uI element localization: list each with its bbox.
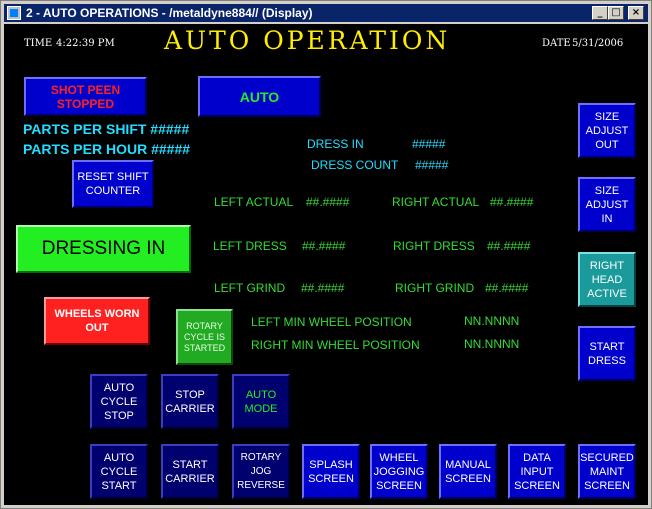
date-value: 5/31/2006 [572,38,624,49]
rotary-jog-reverse-button[interactable]: ROTARY JOG REVERSE [232,444,290,499]
dress-in-label: DRESS IN [307,137,364,151]
left-grind-value: ##.#### [301,281,345,295]
left-actual-label: LEFT ACTUAL [214,195,294,209]
left-dress-value: ##.#### [302,239,346,253]
time-value: 4:22:39 PM [56,38,115,49]
manual-screen-button[interactable]: MANUAL SCREEN [439,444,497,499]
page-title: AUTO OPERATION [164,26,451,55]
right-actual-label: RIGHT ACTUAL [392,195,480,209]
left-min-wheel-value: NN.NNNN [464,314,520,328]
splash-screen-button[interactable]: SPLASH SCREEN [302,444,360,499]
hmi-screen: TIME 4:22:39 PM AUTO OPERATION DATE 5/31… [4,24,648,505]
dress-in-value: ##### [412,137,446,151]
left-min-wheel-label: LEFT MIN WHEEL POSITION [251,315,412,329]
wheel-jogging-screen-button[interactable]: WHEEL JOGGING SCREEN [370,444,428,499]
dressing-in-indicator: DRESSING IN [16,225,191,273]
reset-shift-counter-button[interactable]: RESET SHIFT COUNTER [72,160,154,208]
right-grind-label: RIGHT GRIND [395,281,475,295]
right-min-wheel-label: RIGHT MIN WHEEL POSITION [251,338,420,352]
right-dress-value: ##.#### [487,239,531,253]
right-head-active-indicator: RIGHT HEAD ACTIVE [578,252,636,307]
auto-cycle-stop-button[interactable]: AUTO CYCLE STOP [90,374,148,429]
left-grind-label: LEFT GRIND [214,281,286,295]
window-title: 2 - AUTO OPERATIONS - /metaldyne884// (D… [26,6,313,20]
close-button[interactable]: × [628,6,644,20]
stop-carrier-button[interactable]: STOP CARRIER [161,374,219,429]
wheels-worn-out-indicator: WHEELS WORN OUT [44,297,150,345]
auto-mode-indicator: AUTO MODE [232,374,290,429]
left-dress-label: LEFT DRESS [213,239,287,253]
right-actual-value: ##.#### [490,195,534,209]
data-input-screen-button[interactable]: DATA INPUT SCREEN [508,444,566,499]
left-actual-value: ##.#### [306,195,350,209]
auto-cycle-start-button[interactable]: AUTO CYCLE START [90,444,148,499]
title-bar[interactable]: 2 - AUTO OPERATIONS - /metaldyne884// (D… [4,4,648,22]
shot-peen-status: SHOT PEEN STOPPED [24,77,147,116]
minimize-button[interactable]: _ [592,6,608,20]
time-label: TIME [24,38,53,49]
maximize-button[interactable]: □ [608,6,624,20]
date-label: DATE [542,38,571,49]
start-dress-button[interactable]: START DRESS [578,326,636,381]
dress-count-value: ##### [415,158,449,172]
size-adjust-in-button[interactable]: SIZE ADJUST IN [578,177,636,232]
mode-indicator: AUTO [198,76,321,117]
start-carrier-button[interactable]: START CARRIER [161,444,219,499]
rotary-cycle-indicator: ROTARY CYCLE IS STARTED [176,309,233,365]
right-dress-label: RIGHT DRESS [393,239,475,253]
secured-maint-screen-button[interactable]: SECURED MAINT SCREEN [578,444,636,499]
size-adjust-out-button[interactable]: SIZE ADJUST OUT [578,103,636,158]
parts-per-hour: PARTS PER HOUR ##### [23,141,191,157]
right-grind-value: ##.#### [485,281,529,295]
hmi-window: 2 - AUTO OPERATIONS - /metaldyne884// (D… [0,0,652,509]
app-icon [7,6,21,20]
right-min-wheel-value: NN.NNNN [464,337,520,351]
parts-per-shift: PARTS PER SHIFT ##### [23,121,190,137]
dress-count-label: DRESS COUNT [311,158,399,172]
